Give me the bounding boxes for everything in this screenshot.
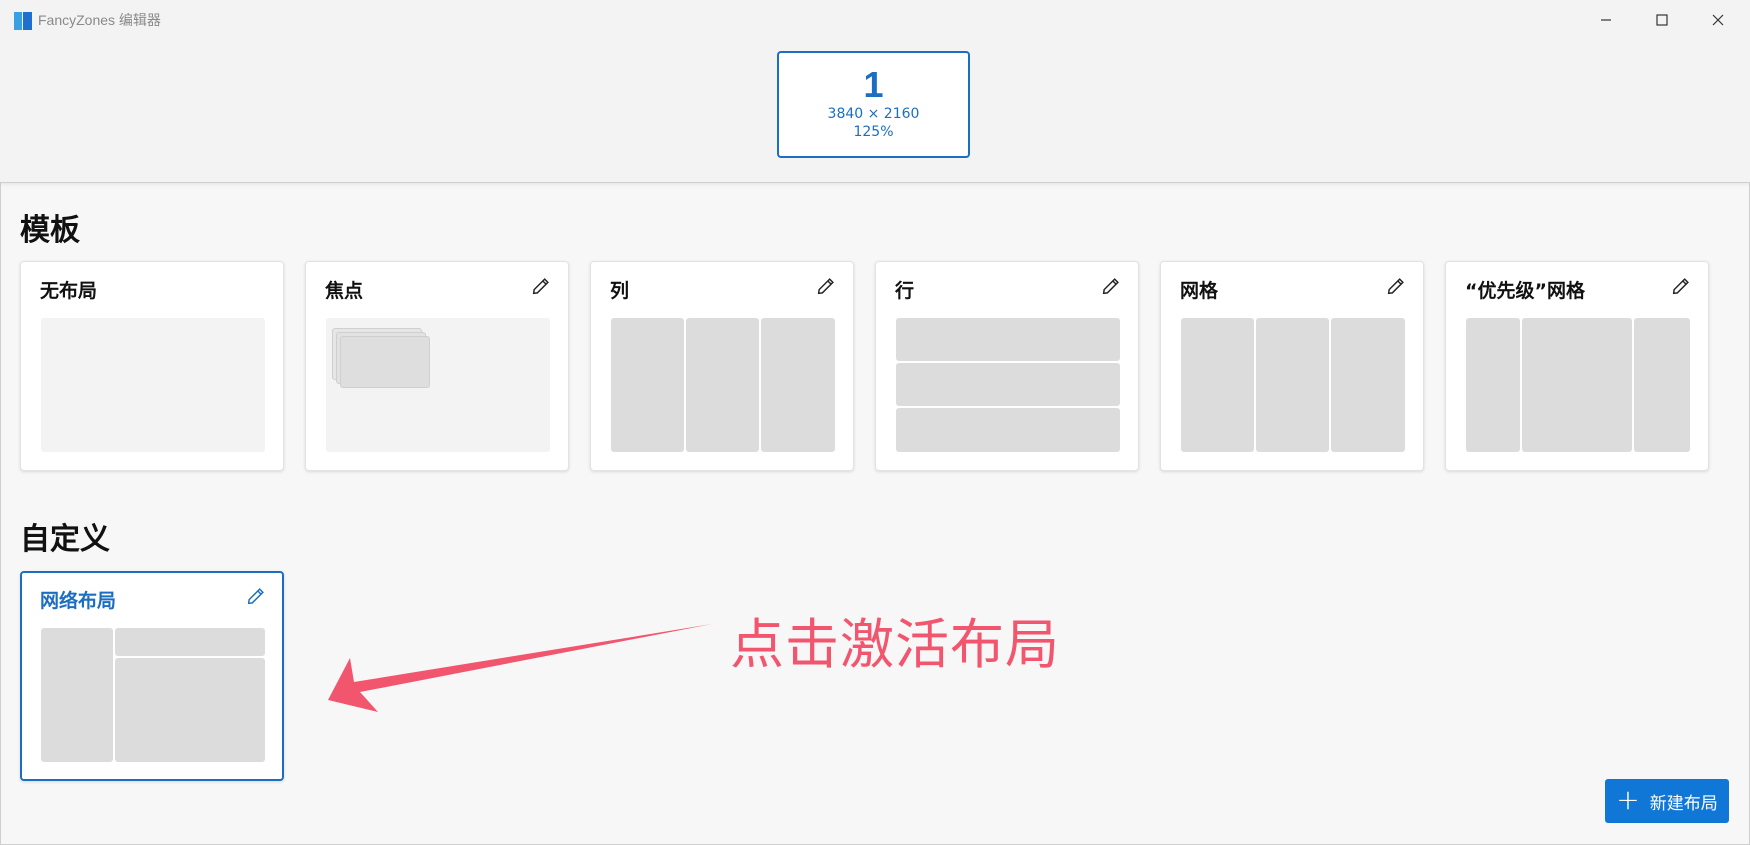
edit-pencil-icon[interactable] [1670, 275, 1692, 297]
layout-preview [1466, 318, 1690, 452]
monitor-resolution: 3840 × 2160 [827, 106, 920, 122]
card-title: 列 [610, 280, 630, 302]
template-card-rows[interactable]: 行 [875, 261, 1139, 471]
annotation-arrow-icon [328, 624, 712, 712]
layout-preview [896, 318, 1120, 452]
title-bar: FancyZones 编辑器 [0, 0, 1750, 40]
custom-card-network-layout[interactable]: 网络布局 [20, 571, 284, 781]
card-title: 网格 [1180, 280, 1219, 302]
card-title: 行 [895, 280, 915, 302]
card-title: 无布局 [40, 280, 98, 302]
monitor-card[interactable]: 1 3840 × 2160 125% [777, 51, 970, 158]
card-title: 焦点 [325, 280, 364, 302]
maximize-icon [1656, 14, 1668, 26]
edit-pencil-icon[interactable] [530, 275, 552, 297]
template-card-grid[interactable]: 网格 [1160, 261, 1424, 471]
template-card-blank[interactable]: 无布局 [20, 261, 284, 471]
close-icon [1712, 14, 1724, 26]
template-card-priority-grid[interactable]: “优先级”网格 [1445, 261, 1709, 471]
new-layout-button[interactable]: + 新建布局 [1605, 779, 1729, 823]
card-title: 网络布局 [40, 590, 117, 612]
layout-preview [611, 318, 835, 452]
card-title: “优先级”网格 [1465, 280, 1585, 302]
minimize-icon [1601, 19, 1611, 21]
maximize-button[interactable] [1634, 0, 1690, 40]
close-button[interactable] [1690, 0, 1746, 40]
layout-preview [41, 628, 265, 762]
edit-pencil-icon[interactable] [245, 585, 267, 607]
layout-preview [326, 318, 550, 452]
layout-preview [41, 318, 265, 452]
template-card-focus[interactable]: 焦点 [305, 261, 569, 471]
monitor-scale: 125% [853, 124, 894, 140]
layout-preview [1181, 318, 1405, 452]
fancyzones-app-icon [14, 12, 32, 30]
monitor-number: 1 [863, 64, 884, 105]
annotation-text: 点击激活布局 [730, 613, 1060, 676]
template-card-columns[interactable]: 列 [590, 261, 854, 471]
custom-heading: 自定义 [20, 522, 110, 557]
window-title: FancyZones 编辑器 [38, 12, 161, 28]
edit-pencil-icon[interactable] [1385, 275, 1407, 297]
new-layout-label: 新建布局 [1649, 793, 1718, 814]
plus-icon: + [1616, 783, 1640, 816]
edit-pencil-icon[interactable] [1100, 275, 1122, 297]
templates-heading: 模板 [20, 213, 80, 248]
edit-pencil-icon[interactable] [815, 275, 837, 297]
minimize-button[interactable] [1578, 0, 1634, 40]
